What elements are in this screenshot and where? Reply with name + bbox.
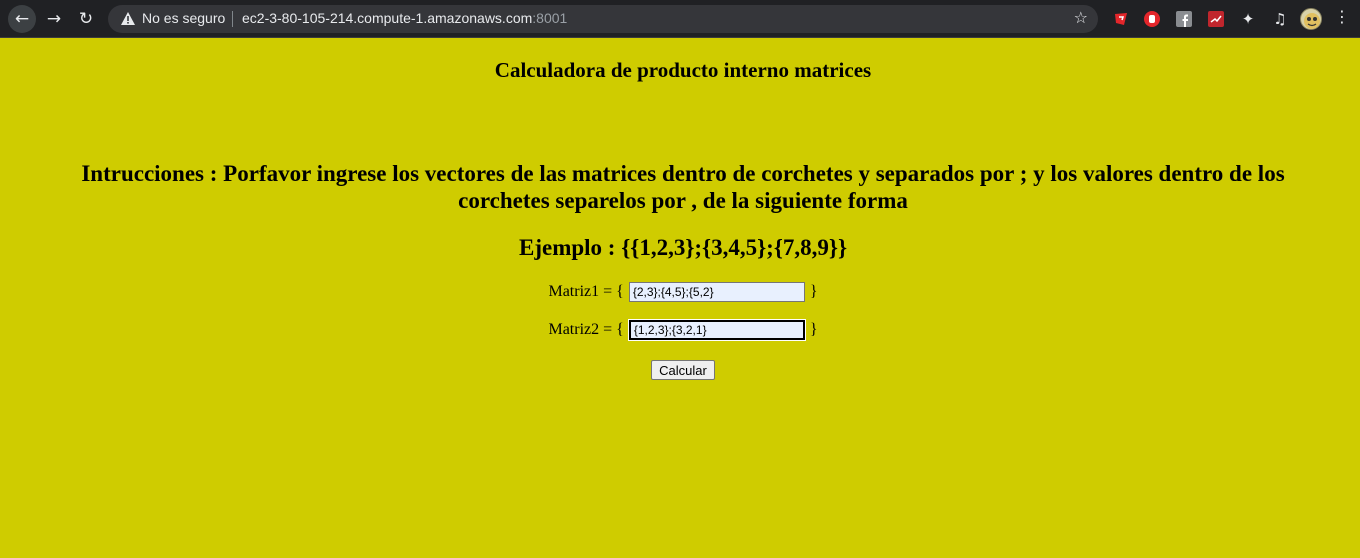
example-text: Ejemplo : {{1,2,3};{3,4,5};{7,8,9}} bbox=[518, 235, 848, 260]
extension-red-logo-icon[interactable] bbox=[1111, 9, 1131, 29]
warning-icon bbox=[121, 12, 135, 25]
kebab-menu-icon[interactable]: ⋮ bbox=[1334, 7, 1350, 26]
media-queue-icon[interactable]: ♫ bbox=[1270, 9, 1290, 29]
matrix2-close-brace: } bbox=[809, 321, 818, 338]
matrix2-input[interactable] bbox=[627, 319, 806, 341]
profile-avatar[interactable] bbox=[1300, 8, 1322, 30]
matrix1-label: Matriz1 = { bbox=[548, 283, 624, 300]
extension-hand-stop-icon[interactable] bbox=[1142, 9, 1162, 29]
address-bar[interactable]: No es seguro ec2-3-80-105-214.compute-1.… bbox=[108, 5, 1098, 33]
back-arrow-icon[interactable]: ← bbox=[8, 5, 36, 33]
page-content: Calculadora de producto interno matrices… bbox=[0, 38, 1360, 558]
calculate-button[interactable]: Calcular bbox=[651, 360, 715, 380]
extension-chart-icon[interactable] bbox=[1206, 9, 1226, 29]
extensions-puzzle-icon[interactable]: ✦ bbox=[1238, 9, 1258, 29]
extension-facebook-icon[interactable] bbox=[1174, 9, 1194, 29]
matrix1-row: Matriz1 = { } bbox=[0, 282, 1360, 302]
page-title: Calculadora de producto interno matrices bbox=[494, 58, 872, 82]
matrix2-label: Matriz2 = { bbox=[548, 321, 624, 338]
url-host: ec2-3-80-105-214.compute-1.amazonaws.com bbox=[242, 10, 533, 26]
bookmark-star-icon[interactable]: ☆ bbox=[1074, 8, 1088, 27]
matrix1-close-brace: } bbox=[809, 283, 818, 300]
address-divider bbox=[232, 11, 233, 27]
url-port: :8001 bbox=[532, 10, 568, 26]
security-label[interactable]: No es seguro bbox=[142, 10, 225, 26]
forward-arrow-icon[interactable]: → bbox=[40, 5, 68, 33]
reload-icon[interactable]: ↻ bbox=[72, 5, 100, 33]
browser-toolbar: ← → ↻ No es seguro ec2-3-80-105-214.comp… bbox=[0, 0, 1360, 38]
matrix1-input[interactable] bbox=[628, 282, 805, 302]
matrix2-row: Matriz2 = { } bbox=[0, 319, 1360, 341]
instructions-text: Intrucciones : Porfavor ingrese los vect… bbox=[81, 161, 1285, 213]
url-text[interactable]: ec2-3-80-105-214.compute-1.amazonaws.com… bbox=[242, 10, 567, 26]
